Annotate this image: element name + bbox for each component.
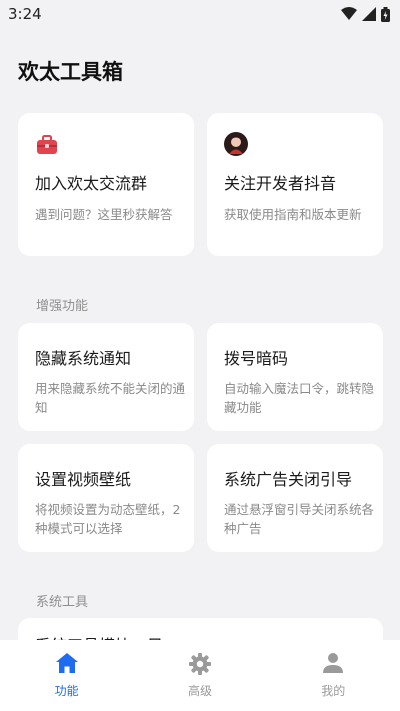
dial-code-card[interactable]: 拨号暗码 自动输入魔法口令，跳转隐藏功能 — [207, 323, 383, 431]
nav-item-features[interactable]: 功能 — [0, 640, 133, 711]
bottom-nav: 功能 高级 我的 — [0, 640, 400, 711]
hide-notification-card[interactable]: 隐藏系统通知 用来隐藏系统不能关闭的通知 — [18, 323, 194, 431]
card-desc: 用来隐藏系统不能关闭的通知 — [35, 381, 186, 415]
person-icon — [323, 653, 344, 673]
nav-item-advanced[interactable]: 高级 — [133, 640, 266, 711]
status-time: 3:24 — [8, 5, 42, 23]
toolbox-icon — [37, 135, 57, 154]
card-desc: 自动输入魔法口令，跳转隐藏功能 — [224, 381, 375, 415]
status-bar: 3:24 — [0, 0, 400, 28]
video-wallpaper-card[interactable]: 设置视频壁纸 将视频设置为动态壁纸，2种模式可以选择 — [18, 444, 194, 552]
card-desc: 遇到问题？这里秒获解答 — [35, 207, 173, 222]
section-label-system-tools: 系统工具 — [36, 595, 89, 610]
app-title: 欢太工具箱 — [18, 60, 123, 84]
card-desc: 通过悬浮窗引导关闭系统各种广告 — [224, 502, 375, 536]
card-title: 关注开发者抖音 — [224, 174, 337, 193]
card-desc: 将视频设置为动态壁纸，2种模式可以选择 — [35, 502, 181, 536]
signal-icon — [362, 7, 376, 21]
ad-close-guide-card[interactable]: 系统广告关闭引导 通过悬浮窗引导关闭系统各种广告 — [207, 444, 383, 552]
card-title: 系统广告关闭引导 — [224, 470, 353, 489]
home-icon — [55, 653, 78, 673]
section-label-enhanced: 增强功能 — [36, 299, 89, 314]
join-group-card[interactable]: 加入欢太交流群 遇到问题？这里秒获解答 — [18, 113, 194, 256]
nav-label: 高级 — [187, 684, 212, 698]
nav-label: 功能 — [54, 684, 79, 698]
status-icons — [341, 6, 390, 22]
card-desc: 获取使用指南和版本更新 — [224, 207, 362, 222]
battery-icon — [381, 6, 390, 22]
nav-item-mine[interactable]: 我的 — [267, 640, 400, 711]
nav-label: 我的 — [321, 684, 346, 698]
card-title: 隐藏系统通知 — [35, 349, 132, 368]
card-title: 拨号暗码 — [224, 349, 289, 368]
card-title: 设置视频壁纸 — [35, 470, 132, 489]
follow-developer-card[interactable]: 关注开发者抖音 获取使用指南和版本更新 — [207, 113, 383, 256]
developer-avatar — [224, 132, 248, 156]
gear-icon — [188, 653, 211, 675]
wifi-icon — [341, 7, 357, 20]
card-title: 加入欢太交流群 — [35, 174, 148, 193]
